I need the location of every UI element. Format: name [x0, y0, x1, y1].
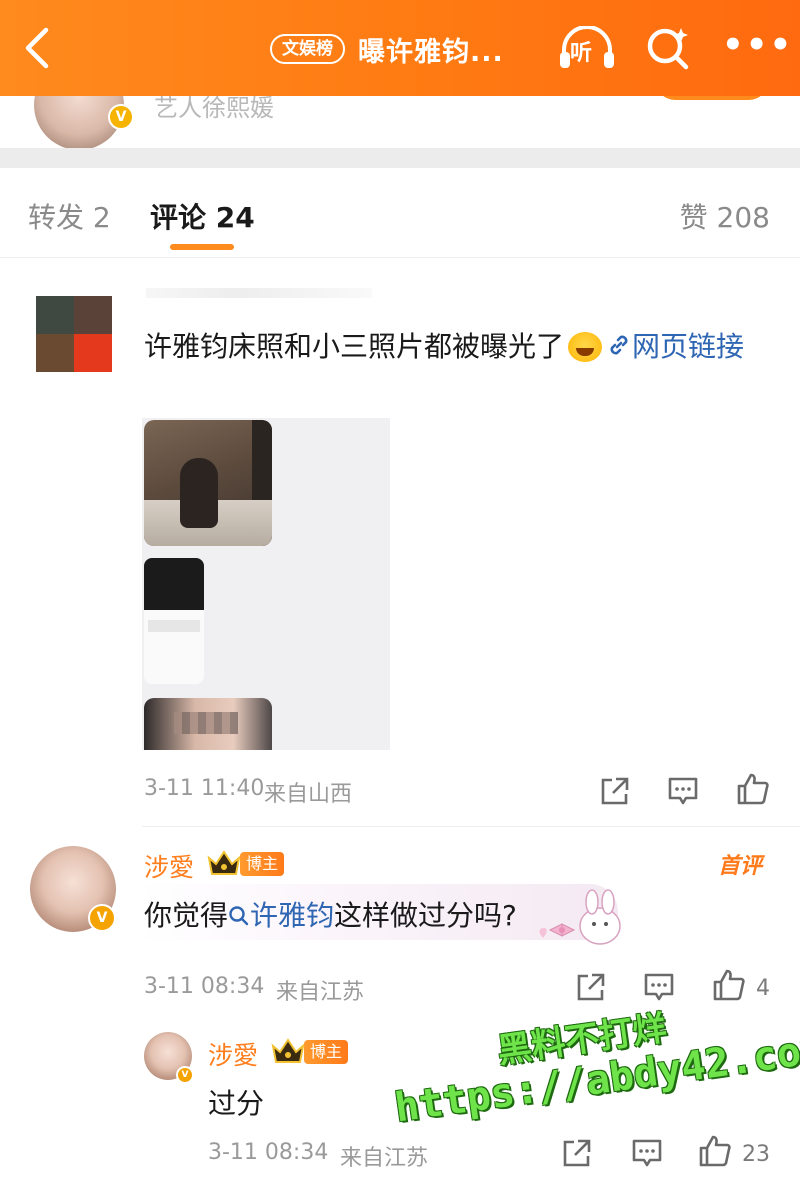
- blogger-badge: 博主: [304, 1040, 349, 1064]
- replier-name[interactable]: 涉愛: [208, 1036, 258, 1072]
- listen-label: 听: [570, 41, 593, 66]
- comment-icon[interactable]: [642, 970, 676, 1004]
- post-image[interactable]: [142, 418, 390, 750]
- thumbs-up-icon[interactable]: [736, 772, 770, 806]
- verified-badge-icon: V: [88, 904, 116, 932]
- comment-time: 3-11 08:34: [144, 974, 265, 999]
- reply-location: 来自江苏: [340, 1146, 429, 1171]
- post-text: 许雅钧床照和小三照片都被曝光了 网页链接: [144, 324, 764, 370]
- post-body: 许雅钧床照和小三照片都被曝光了: [144, 330, 565, 363]
- tab-repost[interactable]: 转发 2: [28, 196, 111, 236]
- active-tab-indicator: [170, 244, 234, 250]
- more-options-icon[interactable]: •••: [722, 28, 791, 66]
- tab-like[interactable]: 赞 208: [680, 196, 770, 236]
- tab-comment[interactable]: 评论 24: [150, 196, 255, 236]
- blurred-face-thumbnail[interactable]: [144, 698, 272, 750]
- link-icon: [610, 335, 628, 355]
- laughing-crying-emoji-icon: [568, 332, 603, 362]
- verified-badge-icon: V: [176, 1066, 194, 1084]
- thumbs-up-icon[interactable]: [698, 1134, 732, 1168]
- interaction-tabs: 转发 2 评论 24 赞 208: [0, 168, 800, 258]
- search-topic-link[interactable]: 许雅钧: [228, 899, 334, 932]
- blogger-badge: 博主: [240, 852, 285, 876]
- first-comment-badge: 首评: [718, 854, 763, 879]
- comment-icon[interactable]: [666, 774, 700, 808]
- web-link-label: 网页链接: [632, 330, 745, 363]
- follow-button[interactable]: [656, 96, 768, 100]
- back-arrow-icon[interactable]: [18, 24, 58, 72]
- search-icon[interactable]: [644, 24, 692, 72]
- crown-icon: [207, 850, 241, 875]
- crown-icon: [271, 1038, 305, 1063]
- bed-photo-thumbnail[interactable]: [144, 420, 272, 546]
- reply-text: 过分: [208, 1087, 265, 1120]
- search-icon: [229, 906, 249, 926]
- share-icon[interactable]: [574, 970, 608, 1004]
- phone-screenshot-thumbnail[interactable]: [144, 558, 204, 684]
- thumbs-up-icon[interactable]: [712, 968, 746, 1002]
- bunny-sticker-icon: [539, 889, 621, 945]
- section-gap: [0, 148, 800, 168]
- profile-header-fragment: V 艺人徐熙媛: [0, 96, 800, 148]
- divider: [142, 826, 800, 827]
- redacted-username: [146, 288, 372, 298]
- comment-icon[interactable]: [630, 1136, 664, 1170]
- search-topic-label: 许雅钧: [250, 899, 335, 932]
- post-location: 来自山西: [264, 782, 353, 807]
- web-link[interactable]: 网页链接: [606, 330, 744, 363]
- page-title: 曝许雅钧...: [358, 37, 504, 68]
- verified-badge-icon: V: [108, 104, 134, 130]
- author-subtitle: 艺人徐熙媛: [154, 96, 274, 122]
- listen-button[interactable]: 听: [558, 26, 616, 72]
- top-bar: 文娱榜 曝许雅钧... 听 •••: [0, 0, 800, 96]
- reply-time: 3-11 08:34: [208, 1140, 329, 1165]
- hot-list-tag[interactable]: 文娱榜: [270, 34, 345, 64]
- reply-like-count: 23: [742, 1142, 770, 1167]
- comment-location: 来自江苏: [276, 980, 365, 1005]
- comment-text-end: 这样做过分吗?: [334, 899, 517, 932]
- poster-avatar[interactable]: [36, 296, 112, 372]
- comment-like-count: 4: [756, 976, 770, 1001]
- comment-text: 你觉得 许雅钧这样做过分吗?: [144, 894, 517, 934]
- comment-text-start: 你觉得: [144, 899, 229, 932]
- share-icon[interactable]: [560, 1136, 594, 1170]
- post-time: 3-11 11:40: [144, 776, 265, 801]
- commenter-name[interactable]: 涉愛: [144, 848, 194, 884]
- share-icon[interactable]: [598, 774, 632, 808]
